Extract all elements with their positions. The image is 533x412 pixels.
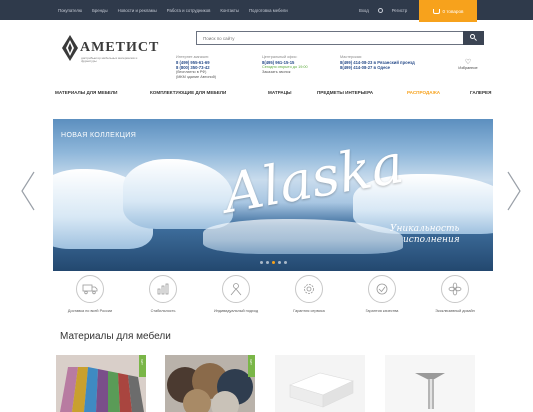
check-icon — [376, 283, 388, 295]
banner-dot[interactable] — [284, 261, 287, 264]
search-input[interactable] — [197, 32, 463, 44]
nav-item-mattresses[interactable]: МАТРАЦЫ — [268, 90, 292, 95]
nav-item-interior[interactable]: ПРЕДМЕТЫ ИНТЕРЬЕРА — [317, 90, 373, 95]
product-image — [56, 355, 146, 412]
banner-slogan-line-2: исполнения — [403, 235, 460, 245]
contact-stores: Мастерская: 8(499) 414-08-23 в Рязанский… — [340, 55, 415, 70]
chevron-right-icon — [507, 171, 521, 211]
banner-collection-label: НОВАЯ КОЛЛЕКЦИЯ — [61, 132, 137, 139]
feature-circle — [295, 275, 323, 303]
feature-approach: Индивидуальный подход — [207, 275, 265, 314]
nav-item-gallery[interactable]: ГАЛЕРЕЯ — [470, 90, 491, 95]
gear-icon — [304, 284, 314, 294]
nav-item-sale[interactable]: РАСПРОДАЖА — [407, 90, 440, 95]
person-icon — [230, 283, 242, 296]
hero-banner[interactable]: НОВАЯ КОЛЛЕКЦИЯ Alaska Уникальность испо… — [53, 119, 493, 271]
feature-design: Эксклюзивный дизайн — [426, 275, 484, 314]
logo-emblem-icon — [62, 35, 78, 61]
cart-icon — [432, 8, 440, 14]
product-tile-edge-rolls[interactable]: ХИТ — [165, 355, 255, 412]
hit-badge-label: ХИТ — [249, 359, 253, 365]
top-links: Покупателю Бренды Новости и рекламы Рабо… — [58, 0, 288, 20]
top-link-furniture[interactable]: Подготовка мебели — [249, 8, 288, 13]
feature-stability: Стабильность — [134, 275, 192, 314]
banner-slogan-line-1: Уникальность — [390, 224, 460, 234]
account-links: Вход Регистр — [359, 0, 407, 20]
user-icon — [377, 7, 383, 13]
search-bar — [196, 31, 484, 45]
fan-icon — [448, 282, 462, 296]
search-icon-handle — [474, 38, 477, 41]
feature-caption: Гарантия сервиса — [293, 309, 325, 313]
banner-dot-active[interactable] — [272, 261, 275, 264]
contact-shop: Интернет-магазин: 8 (499) 955-61-69 8 (8… — [176, 55, 216, 80]
logo-name: АМЕТИСТ — [80, 40, 160, 55]
feature-circle — [76, 275, 104, 303]
feature-caption: Эксклюзивный дизайн — [435, 309, 475, 313]
banner-ice-mid — [123, 159, 233, 229]
feature-caption: Доставка по всей России — [67, 309, 113, 313]
logo-tagline: дистрибьютор мебельных материалов и фурн… — [81, 56, 138, 64]
banner-dot[interactable] — [278, 261, 281, 264]
top-link-jobs[interactable]: Работа и сотрудников — [167, 8, 211, 13]
hit-badge: ХИТ — [248, 355, 255, 377]
top-link-news[interactable]: Новости и рекламы — [118, 8, 157, 13]
login-link[interactable]: Вход — [359, 8, 369, 13]
search-button[interactable] — [463, 31, 484, 45]
contact-shop-note-2: (МКМ здание Автопой) — [176, 75, 217, 79]
cart-button[interactable]: 0 товаров — [419, 0, 477, 22]
banner-next-button[interactable] — [506, 170, 522, 212]
feature-circle — [368, 275, 396, 303]
hit-badge: ХИТ — [139, 355, 146, 377]
feature-caption: Гарантия качества — [365, 309, 399, 313]
feature-quality: Гарантия качества — [353, 275, 411, 314]
banner-pager — [260, 261, 287, 264]
register-link[interactable]: Регистр — [392, 8, 408, 13]
banner-dot[interactable] — [260, 261, 263, 264]
chart-icon — [157, 283, 169, 295]
favorites-label: Избранное — [458, 66, 478, 70]
banner-dot[interactable] — [266, 261, 269, 264]
contact-office: Центральный офис: 8(495) 961-15-15 Сегод… — [262, 55, 308, 75]
chevron-left-icon — [21, 171, 35, 211]
callback-link[interactable]: Заказать звонок — [262, 70, 308, 75]
product-image — [385, 355, 475, 412]
product-image — [275, 355, 365, 412]
top-link-contacts[interactable]: Контакты — [220, 8, 239, 13]
feature-circle — [222, 275, 250, 303]
favorites-link[interactable]: ♡ Избранное — [457, 59, 479, 70]
product-tile-fabric-samples[interactable]: ХИТ — [56, 355, 146, 412]
product-image — [165, 355, 255, 412]
banner-prev-button[interactable] — [20, 170, 36, 212]
feature-service: Гарантия сервиса — [280, 275, 338, 314]
main-nav: МАТЕРИАЛЫ ДЛЯ МЕБЕЛИ КОМПЛЕКТУЮЩИЕ ДЛЯ М… — [53, 90, 493, 100]
logo[interactable]: АМЕТИСТ дистрибьютор мебельных материало… — [60, 33, 160, 67]
hit-badge-label: ХИТ — [140, 359, 144, 365]
nav-item-components[interactable]: КОМПЛЕКТУЮЩИЕ ДЛЯ МЕБЕЛИ — [150, 90, 226, 95]
product-tile-foam-blocks[interactable] — [275, 355, 365, 412]
feature-circle — [149, 275, 177, 303]
feature-caption: Стабильность — [150, 309, 176, 313]
nav-item-materials[interactable]: МАТЕРИАЛЫ ДЛЯ МЕБЕЛИ — [55, 90, 117, 95]
feature-circle — [441, 275, 469, 303]
cart-label: 0 товаров — [442, 8, 464, 14]
top-link-buyers[interactable]: Покупателю — [58, 8, 82, 13]
top-link-brands[interactable]: Бренды — [92, 8, 108, 13]
product-tile-furniture-leg[interactable] — [385, 355, 475, 412]
heart-icon: ♡ — [464, 59, 472, 66]
contact-stores-line-2[interactable]: 8(499) 414-08-27 в Одесе — [340, 65, 415, 70]
truck-icon — [82, 284, 98, 295]
feature-delivery: Доставка по всей России — [61, 275, 119, 314]
feature-caption: Индивидуальный подход — [213, 309, 259, 313]
section-title: Материалы для мебели — [60, 331, 171, 342]
